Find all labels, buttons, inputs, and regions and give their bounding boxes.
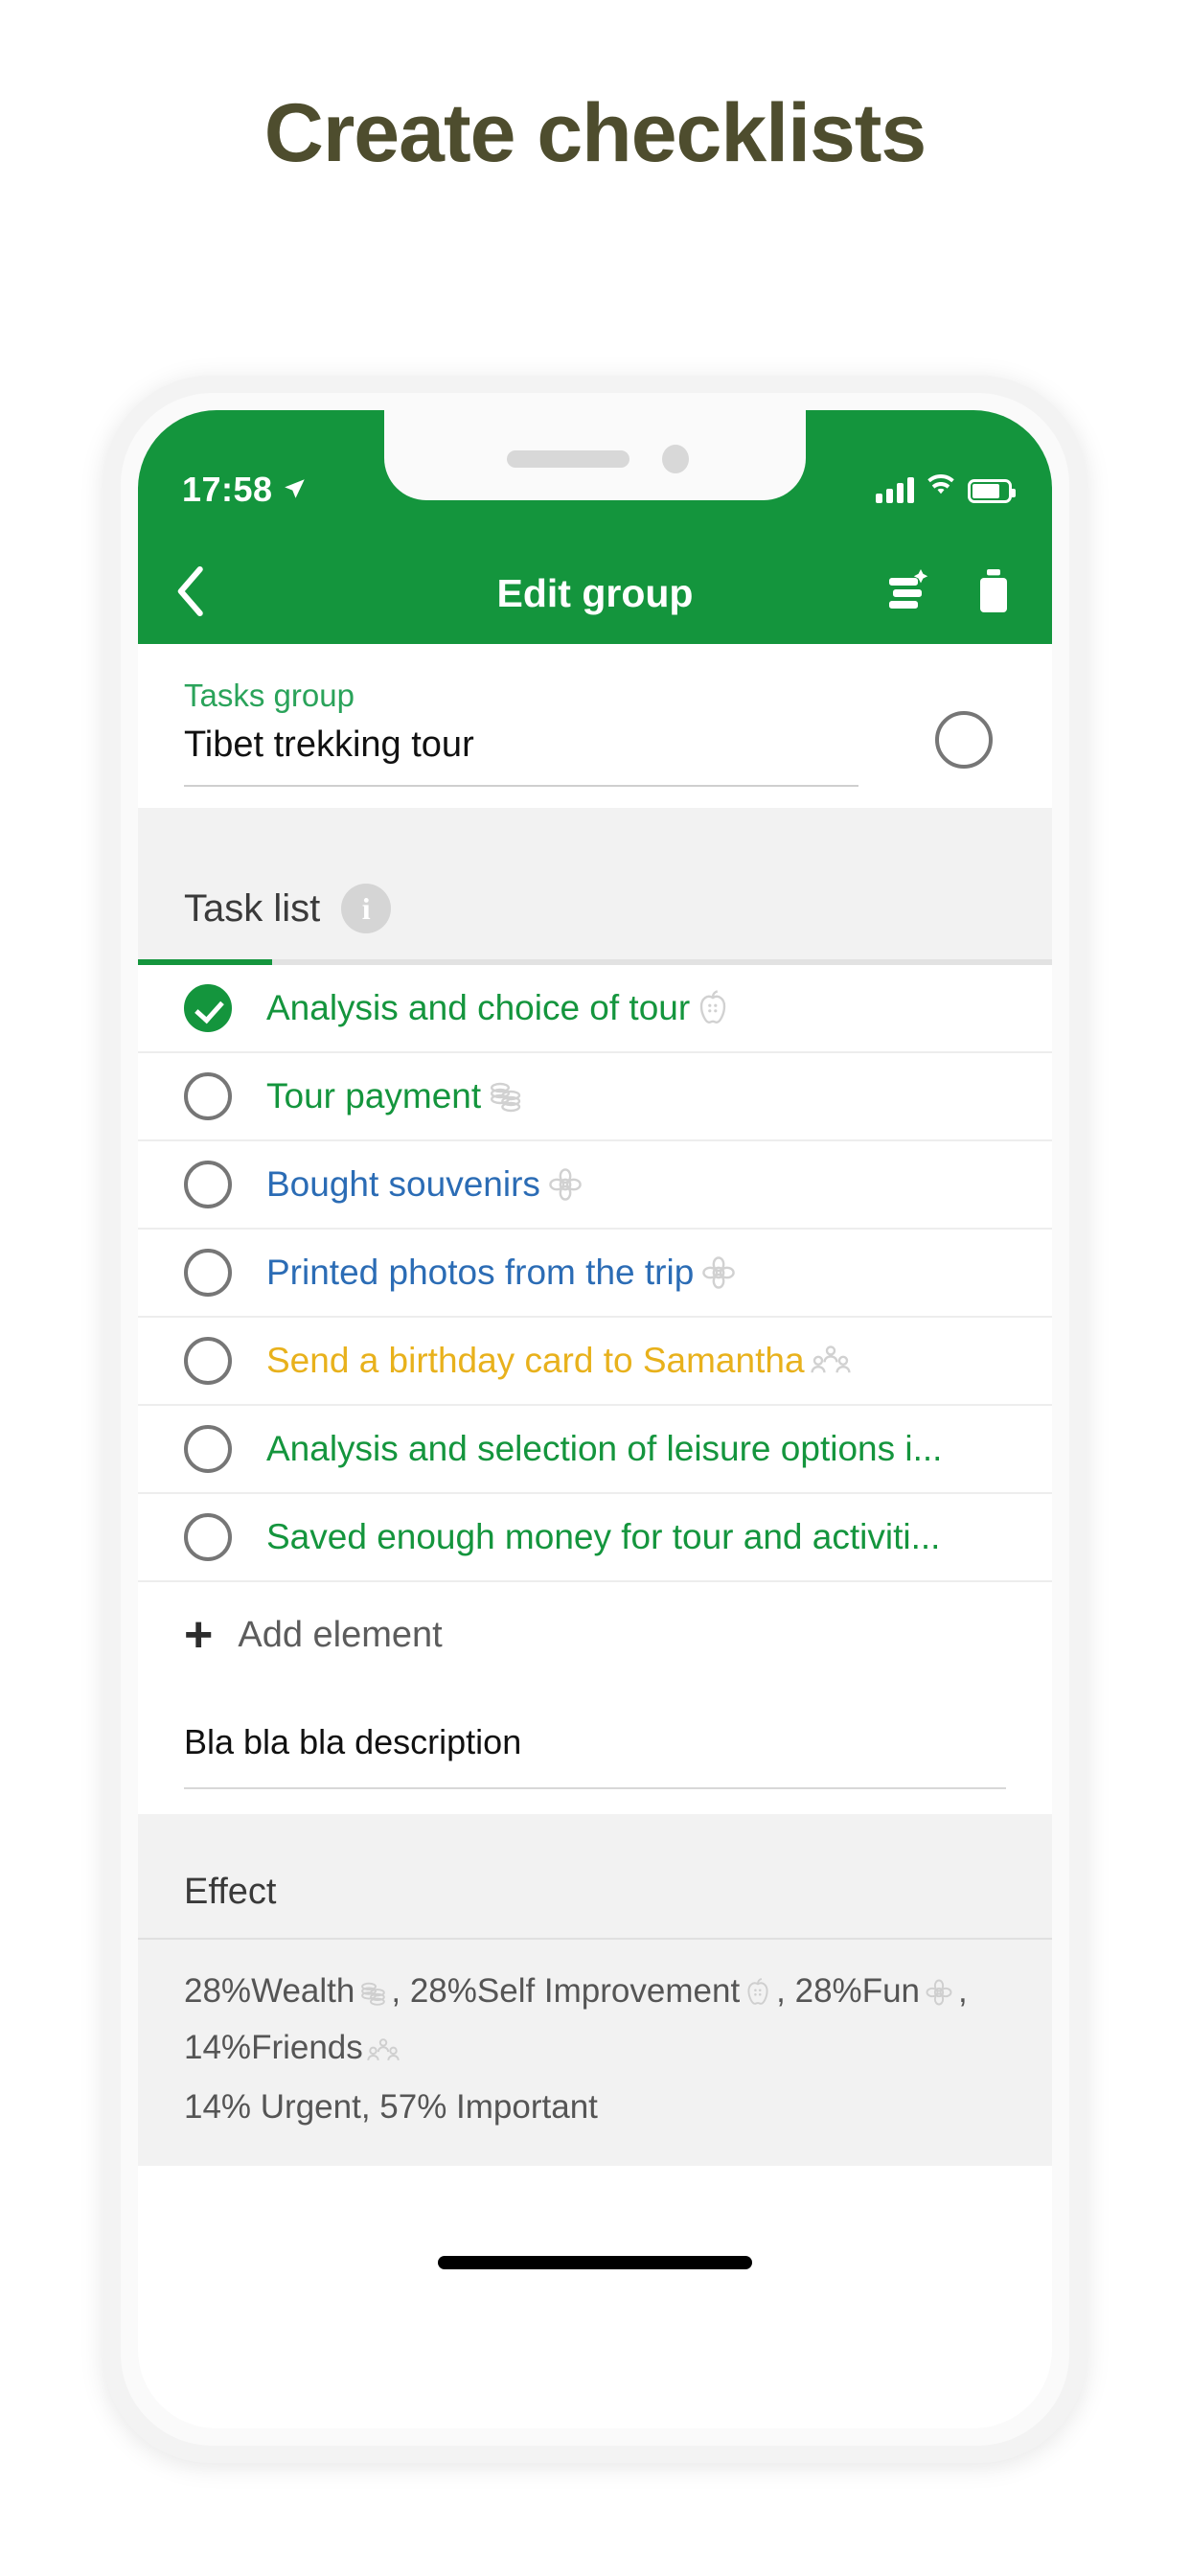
status-bar-clock: 17:58 [182,470,273,509]
plus-icon: + [184,1607,214,1664]
coins-icon [358,1972,387,2023]
task-checkbox[interactable] [184,984,232,1033]
task-checkbox[interactable] [184,1249,232,1298]
trash-icon[interactable] [972,566,1016,621]
cellular-bars-icon [876,476,914,503]
effect-heading: Effect [138,1814,1052,1941]
task-row[interactable]: Tour payment [138,1053,1052,1142]
back-button[interactable] [174,565,236,621]
task-row[interactable]: Send a birthday card to Samantha [138,1318,1052,1407]
add-element-button[interactable]: + Add element [138,1582,1052,1689]
wifi-icon [926,473,956,503]
task-row[interactable]: Bought souvenirs [138,1141,1052,1230]
page-title: Create checklists [263,87,927,179]
task-row[interactable]: Saved enough money for tour and activiti… [138,1494,1052,1583]
flower-icon [924,1972,954,2023]
phone-bezel: 17:58 Edit group Tasks group Tibet trekk… [121,393,1069,2446]
effect-section: Effect 28%Wealth, 28%Self Improvement, 2… [138,1814,1052,2166]
tab-task-list[interactable]: Task list i [184,884,392,934]
effect-segment-name: Self Improvement [476,1972,741,2011]
front-camera-icon [662,445,689,473]
task-row[interactable]: Printed photos from the trip [138,1230,1052,1319]
save-stack-icon[interactable] [881,566,931,621]
tasks-group-fields: Tasks group Tibet trekking tour [184,678,935,788]
flower-icon [546,1165,584,1204]
status-bar-time-group: 17:58 [182,470,308,510]
battery-icon [968,479,1016,503]
phone-device: 17:58 Edit group Tasks group Tibet trekk… [103,376,1087,2463]
task-label: Analysis and selection of leisure option… [266,1429,943,1469]
task-checkbox[interactable] [184,1513,232,1562]
effect-segment-name: Wealth [251,1972,355,2011]
effect-segment-name: Fun [861,1972,920,2011]
earpiece-speaker-icon [507,450,629,468]
apple-icon [744,1972,772,2023]
home-bar[interactable] [438,2255,752,2269]
effect-segment-percent: 28% [409,1972,477,2011]
home-indicator-area [138,2165,1052,2310]
effect-segment-percent: 28% [794,1972,862,2011]
tab-task-list-label: Task list [184,886,321,930]
task-checkbox[interactable] [184,1337,232,1386]
tab-bar: Task list i [138,852,1052,966]
task-label: Send a birthday card to Samantha [266,1341,805,1381]
tasks-group-checkbox[interactable] [935,711,993,769]
tasks-group-input[interactable]: Tibet trekking tour [184,724,858,788]
navigation-bar: Edit group [138,542,1052,644]
task-row[interactable]: Analysis and choice of tour [138,965,1052,1054]
tasks-group-label: Tasks group [184,678,355,713]
location-arrow-icon [283,470,308,510]
tab-active-indicator [138,959,272,966]
tab-underline-track [138,959,1052,966]
add-element-label: Add element [238,1614,443,1655]
friends-icon [810,1345,851,1377]
task-checkbox[interactable] [184,1425,232,1474]
status-bar: 17:58 [138,410,1052,542]
task-label: Bought souvenirs [266,1164,540,1205]
phone-screen: 17:58 Edit group Tasks group Tibet trekk… [138,410,1052,2428]
task-label: Analysis and choice of tour [266,988,691,1028]
description-input[interactable]: Bla bla bla description [184,1722,1006,1790]
effect-body: 28%Wealth, 28%Self Improvement, 28%Fun, … [138,1940,1052,2166]
section-divider-band [138,808,1052,853]
effect-segment-name: Friends [251,2028,363,2066]
friends-icon [367,2029,400,2080]
task-list: Analysis and choice of tour Tour payment [138,965,1052,1583]
task-label: Saved enough money for tour and activiti… [266,1517,941,1557]
task-checkbox[interactable] [184,1161,232,1209]
status-bar-indicators [876,473,1016,503]
flower-icon [699,1254,738,1292]
apple-icon [696,989,730,1027]
tasks-group-block: Tasks group Tibet trekking tour [138,644,1052,809]
info-icon[interactable]: i [341,884,392,934]
task-label: Tour payment [266,1076,482,1116]
chevron-left-icon [174,565,205,621]
task-row[interactable]: Analysis and selection of leisure option… [138,1406,1052,1495]
effect-priority-line: 14% Urgent, 57% Important [184,2088,598,2127]
coins-icon [487,1078,523,1115]
task-checkbox[interactable] [184,1072,232,1121]
navigation-actions [881,566,1016,621]
task-label: Printed photos from the trip [266,1253,695,1293]
effect-segment-percent: 14% [184,2028,252,2066]
effect-segment-percent: 28% [184,1972,252,2011]
description-block: Bla bla bla description [138,1688,1052,1815]
notch [384,410,806,500]
